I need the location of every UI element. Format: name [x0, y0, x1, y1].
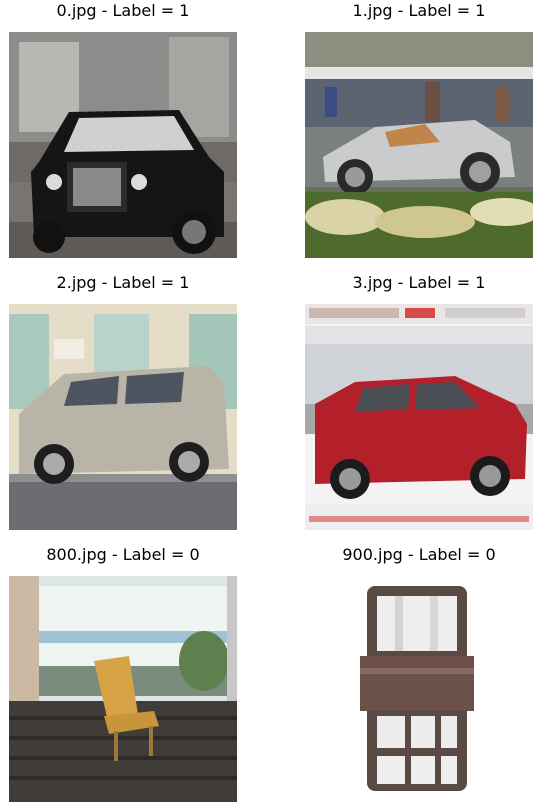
panel-title-3: 3.jpg - Label = 1 [352, 273, 486, 292]
panel-title-2: 2.jpg - Label = 1 [56, 273, 190, 292]
panel-image-2 [9, 304, 237, 530]
panel-image-1 [305, 32, 533, 258]
black-suv-image [9, 32, 237, 258]
panel-image-3 [305, 304, 533, 530]
red-suv-image [305, 304, 533, 530]
chair-room-image [9, 576, 237, 802]
panel-title-1: 1.jpg - Label = 1 [352, 1, 486, 20]
panel-image-5 [305, 576, 533, 802]
panel-image-4 [9, 576, 237, 802]
panel-title-0: 0.jpg - Label = 1 [56, 1, 190, 20]
panel-title-5: 900.jpg - Label = 0 [342, 545, 496, 564]
silver-sports-car-image [305, 32, 533, 258]
lamp-image [305, 576, 533, 802]
panel-title-4: 800.jpg - Label = 0 [46, 545, 200, 564]
panel-image-0 [9, 32, 237, 258]
silver-minivan-image [9, 304, 237, 530]
